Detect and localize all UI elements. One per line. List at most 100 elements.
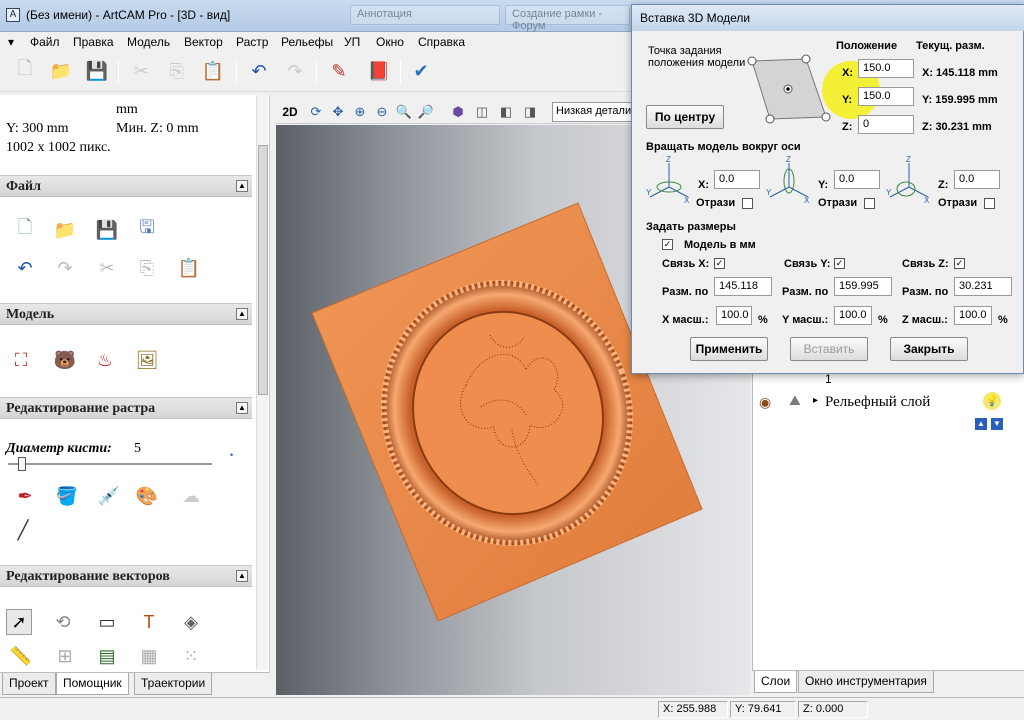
raster-palette-icon[interactable]: 🎨 <box>134 483 160 509</box>
raster-knife-icon[interactable]: ╱ <box>10 517 36 543</box>
save-icon[interactable]: 💾 <box>84 58 110 84</box>
rotate-view-icon[interactable]: ⟳ <box>306 102 326 122</box>
cut-icon[interactable]: ✂ <box>128 58 154 84</box>
menu-icon[interactable]: ▾ <box>8 35 14 49</box>
model-lamp-icon[interactable]: ♨ <box>92 347 118 373</box>
section-vectors-header[interactable]: Редактирование векторов ▲ <box>0 565 252 587</box>
scrollbar-thumb[interactable] <box>258 145 268 395</box>
notes-icon[interactable]: ✎ <box>326 58 352 84</box>
tab-layers[interactable]: Слои <box>754 671 798 693</box>
insert-button[interactable]: Вставить <box>790 337 868 361</box>
link-y-checkbox[interactable]: ✓ <box>834 258 845 269</box>
collapse-icon[interactable]: ▲ <box>236 402 248 414</box>
tab-assistant[interactable]: Помощник <box>56 673 129 695</box>
new-file-icon[interactable]: 🗋 <box>12 58 38 84</box>
layer-row-relief[interactable]: ◉ ⛰ ▸ Рельефный слой 💡 <box>753 390 1024 416</box>
size-z-input[interactable]: 30.231 <box>954 277 1012 296</box>
node-edit-icon[interactable]: ◈ <box>178 609 204 635</box>
expand-arrow-icon[interactable]: ▸ <box>813 395 818 406</box>
help-book-icon[interactable]: 📕 <box>366 58 392 84</box>
collapse-icon[interactable]: ▲ <box>236 308 248 320</box>
move-layer-down-icon[interactable]: ▼ <box>991 418 1003 430</box>
anchor-top-left[interactable] <box>747 56 757 66</box>
redo-icon[interactable]: ↷ <box>282 58 308 84</box>
undo-icon[interactable]: ↶ <box>246 58 272 84</box>
left-panel-scrollbar[interactable] <box>256 95 268 670</box>
vector-grid-icon[interactable]: ⊞ <box>52 643 78 669</box>
lightbulb-icon[interactable]: 💡 <box>983 392 1001 410</box>
panel-redo-icon[interactable]: ↷ <box>52 255 78 281</box>
view-2d-button[interactable]: 2D <box>280 102 300 122</box>
transform-icon[interactable]: ⟲ <box>50 609 76 635</box>
front-view-icon[interactable]: ◫ <box>472 102 492 122</box>
brush-slider-thumb[interactable] <box>18 457 26 471</box>
vector-text-block-icon[interactable]: ▤ <box>94 643 120 669</box>
raster-pen-icon[interactable]: ✒ <box>12 483 38 509</box>
export-model-icon[interactable]: 🖫 <box>134 217 160 243</box>
collapse-icon[interactable]: ▲ <box>236 570 248 582</box>
close-button[interactable]: Закрыть <box>890 337 968 361</box>
menu-window[interactable]: Окно <box>376 35 404 49</box>
layer-visibility-icon[interactable]: ◉ <box>759 394 771 411</box>
panel-paste-icon[interactable]: 📋 <box>176 255 202 281</box>
scale-y-input[interactable]: 100.0 <box>834 306 872 325</box>
background-tab-1[interactable]: Аннотация <box>350 5 500 25</box>
link-x-checkbox[interactable]: ✓ <box>714 258 725 269</box>
background-tab-2[interactable]: Создание рамки - Форум <box>505 5 630 32</box>
scale-x-input[interactable]: 100.0 <box>716 306 752 325</box>
collapse-icon[interactable]: ▲ <box>236 180 248 192</box>
link-z-checkbox[interactable]: ✓ <box>954 258 965 269</box>
menu-help[interactable]: Справка <box>418 35 465 49</box>
anchor-bottom-right[interactable] <box>821 112 831 122</box>
detail-level-select[interactable]: Низкая детализация <box>552 102 636 122</box>
top-view-icon[interactable]: ◨ <box>520 102 540 122</box>
side-view-icon[interactable]: ◧ <box>496 102 516 122</box>
section-model-header[interactable]: Модель ▲ <box>0 303 252 325</box>
size-y-input[interactable]: 159.995 <box>834 277 892 296</box>
center-button[interactable]: По центру <box>646 105 724 129</box>
rotate-z-input[interactable]: 0.0 <box>954 170 1000 189</box>
menu-model[interactable]: Модель <box>127 35 170 49</box>
check-tool-icon[interactable]: ✔ <box>408 58 434 84</box>
model-bear-icon[interactable]: 🐻 <box>52 347 78 373</box>
pan-icon[interactable]: ✥ <box>328 102 348 122</box>
tab-toolpaths[interactable]: Траектории <box>134 673 213 695</box>
vector-mesh-icon[interactable]: ▦ <box>136 643 162 669</box>
zoom-out-icon[interactable]: ⊖ <box>372 102 392 122</box>
tab-project[interactable]: Проект <box>2 673 56 695</box>
position-z-input[interactable]: 0 <box>858 115 914 134</box>
vector-dots-icon[interactable]: ⁙ <box>178 643 204 669</box>
anchor-top-right[interactable] <box>801 54 811 64</box>
position-y-input[interactable]: 150.0 <box>858 87 914 106</box>
copy-icon[interactable]: ⎘ <box>164 58 190 84</box>
mirror-y-checkbox[interactable] <box>864 198 875 209</box>
anchor-bottom-left[interactable] <box>765 114 775 124</box>
raster-eraser-icon[interactable]: ☁ <box>178 483 204 509</box>
iso-view-icon[interactable]: ⬢ <box>448 102 468 122</box>
position-x-input[interactable]: 150.0 <box>858 59 914 78</box>
rotate-y-input[interactable]: 0.0 <box>834 170 880 189</box>
menu-raster[interactable]: Растр <box>236 35 268 49</box>
panel-copy-icon[interactable]: ⎘ <box>134 255 160 281</box>
raster-fill-icon[interactable]: 🪣 <box>54 483 80 509</box>
mirror-z-checkbox[interactable] <box>984 198 995 209</box>
menu-edit[interactable]: Правка <box>73 35 114 49</box>
rectangle-icon[interactable]: ▭ <box>94 609 120 635</box>
model-size-icon[interactable]: ⛶ <box>8 347 34 373</box>
save-model-icon[interactable]: 💾 <box>94 217 120 243</box>
model-image-icon[interactable]: 🖼 <box>134 347 160 373</box>
panel-cut-icon[interactable]: ✂ <box>94 255 120 281</box>
new-model-icon[interactable]: 🗋 <box>12 217 38 243</box>
select-arrow-icon[interactable]: ➚ <box>6 609 32 635</box>
menu-toolpaths[interactable]: УП <box>344 35 360 49</box>
raster-picker-icon[interactable]: 💉 <box>96 483 122 509</box>
apply-button[interactable]: Применить <box>690 337 768 361</box>
section-file-header[interactable]: Файл ▲ <box>0 175 252 197</box>
menu-file[interactable]: Файл <box>30 35 60 49</box>
panel-undo-icon[interactable]: ↶ <box>12 255 38 281</box>
mirror-x-checkbox[interactable] <box>742 198 753 209</box>
text-tool-icon[interactable]: T <box>136 609 162 635</box>
open-folder-icon[interactable]: 📁 <box>48 58 74 84</box>
size-x-input[interactable]: 145.118 <box>714 277 772 296</box>
paste-icon[interactable]: 📋 <box>200 58 226 84</box>
